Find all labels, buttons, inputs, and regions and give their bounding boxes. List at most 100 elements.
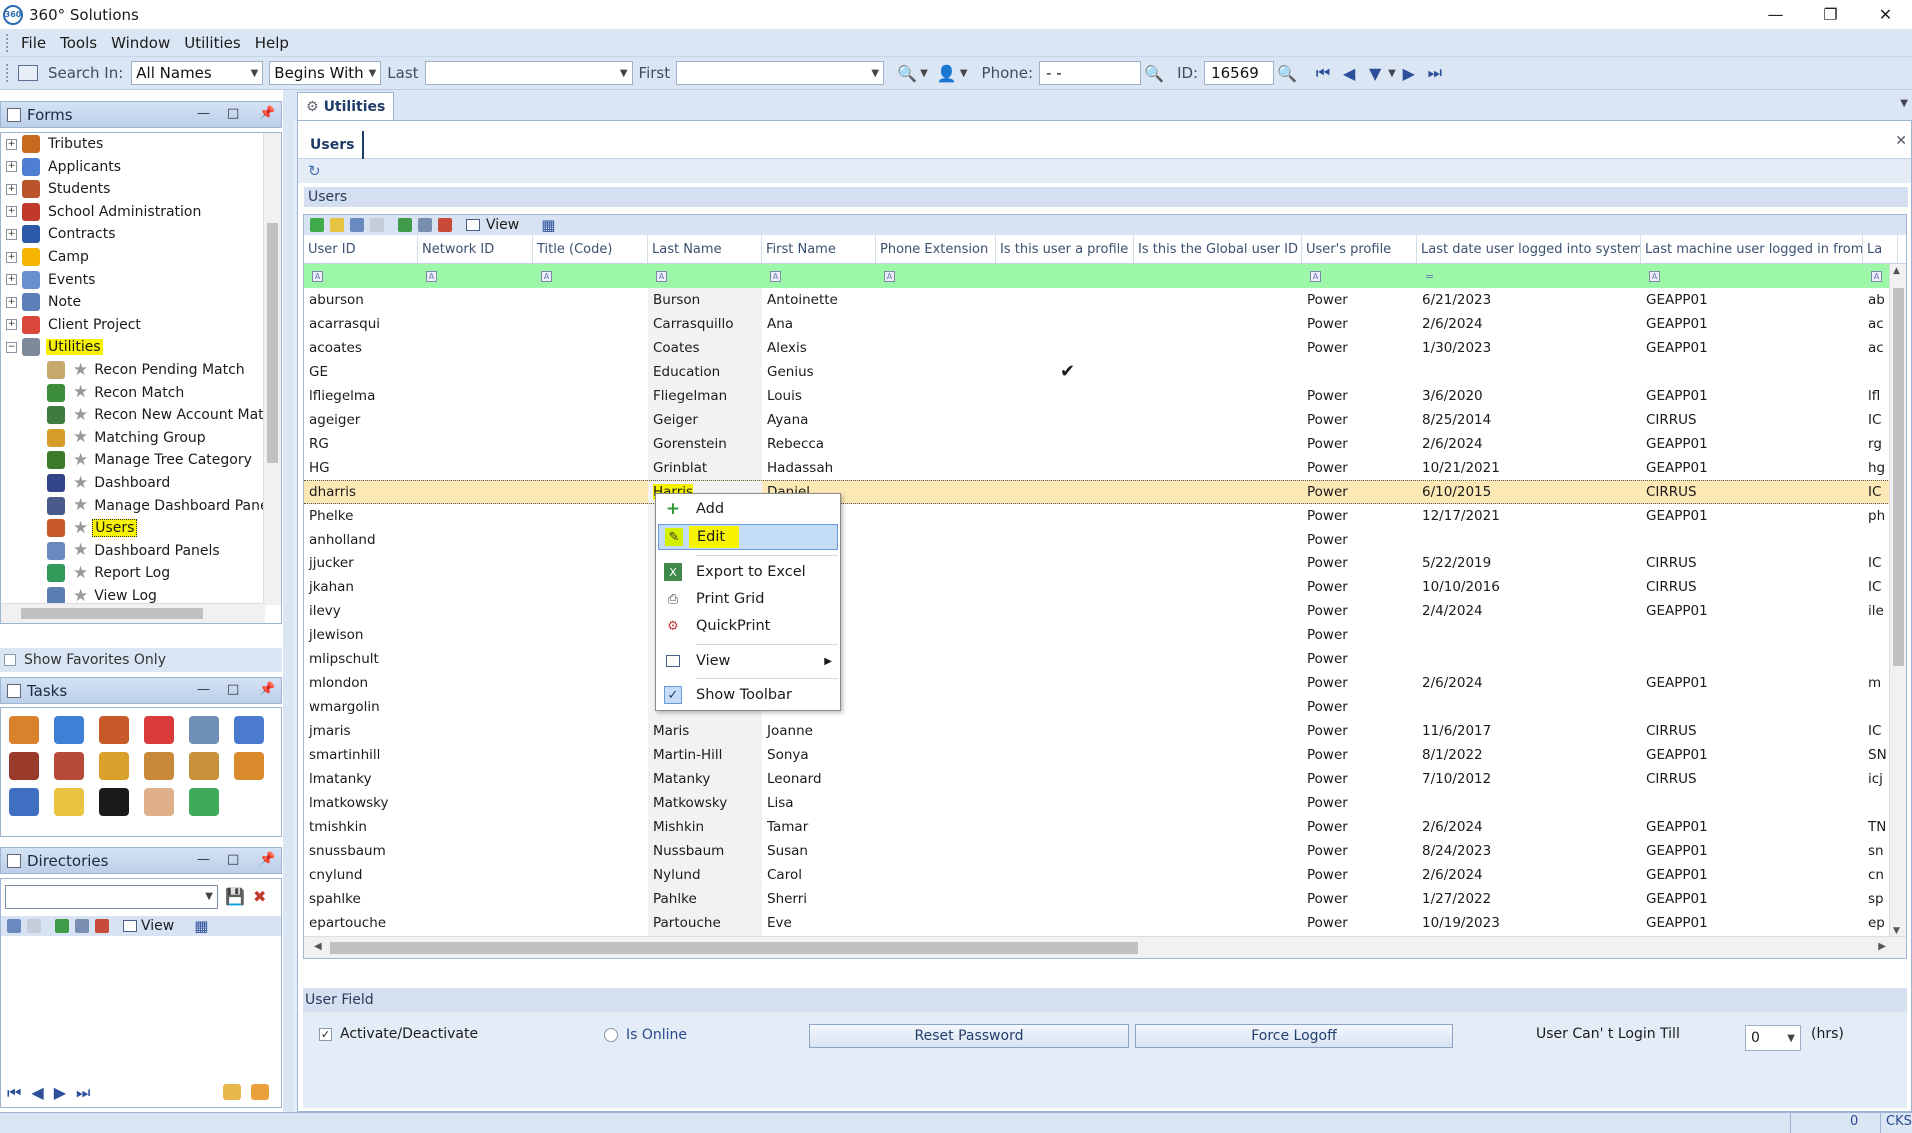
table-row[interactable]: mlondon Power 2/6/2024 GEAPP01 m xyxy=(304,671,1906,696)
expand-icon[interactable]: + xyxy=(6,138,17,150)
table-row[interactable]: jjucker Power 5/22/2019 CIRRUS IC xyxy=(304,551,1906,576)
grid-vertical-scrollbar[interactable]: ▲ ▼ xyxy=(1889,264,1906,938)
tree-node-recon-pending-match[interactable]: ★ Recon Pending Match xyxy=(47,359,247,381)
table-row[interactable]: GE Education Genius ✔ xyxy=(304,359,1906,384)
grid-layout-icon[interactable]: ▦ xyxy=(541,216,555,234)
filter-cell[interactable]: A xyxy=(762,264,876,288)
expand-icon[interactable]: + xyxy=(6,228,17,240)
table-row[interactable]: ageiger Geiger Ayana Power 8/25/2014 CIRRUS IC xyxy=(304,407,1906,432)
table-row[interactable]: HG Grinblat Hadassah Power 10/21/2021 GEAPP01… xyxy=(304,455,1906,480)
table-row[interactable]: tmishkin Mishkin Tamar Power 2/6/2024 GEAPP01… xyxy=(304,814,1906,839)
tree-node-users[interactable]: ★ Users xyxy=(47,517,138,539)
favorite-star-icon[interactable]: ★ xyxy=(73,361,88,379)
expand-icon[interactable]: + xyxy=(6,274,17,286)
id-field[interactable]: 16569 xyxy=(1204,61,1275,85)
box-refresh-icon[interactable] xyxy=(189,752,219,780)
column-header[interactable]: Network ID xyxy=(418,235,533,263)
new-doc-icon[interactable] xyxy=(189,788,219,816)
ctx-print-grid[interactable]: ⎙ Print Grid xyxy=(658,586,838,612)
table-row[interactable]: acarrasqui Carrasquillo Ana Power 2/6/2024 GE… xyxy=(304,311,1906,336)
panel-restore-button[interactable]: □ xyxy=(227,852,239,867)
filter-operator-icon[interactable]: A xyxy=(312,270,323,282)
force-logoff-button[interactable]: Force Logoff xyxy=(1135,1024,1453,1048)
filter-operator-icon[interactable]: A xyxy=(541,270,552,282)
filter-operator-icon[interactable]: A xyxy=(426,270,437,282)
tree-node-recon-match[interactable]: ★ Recon Match xyxy=(47,382,186,404)
form-icon[interactable] xyxy=(18,65,38,81)
quickprint-icon[interactable] xyxy=(95,919,109,933)
menu-help[interactable]: Help xyxy=(248,34,296,52)
menu-file[interactable]: File xyxy=(14,34,53,52)
calendar-icon[interactable] xyxy=(234,716,264,744)
menu-utilities[interactable]: Utilities xyxy=(177,34,247,52)
expand-icon[interactable]: + xyxy=(6,183,17,195)
hand-icon[interactable] xyxy=(144,788,174,816)
hours-combo[interactable]: 0 ▼ xyxy=(1745,1025,1801,1051)
panel-restore-button[interactable]: □ xyxy=(227,682,239,697)
last-record-icon[interactable]: ⏭ xyxy=(1422,60,1448,86)
panel-splitter[interactable] xyxy=(283,90,293,1112)
collapse-icon[interactable]: − xyxy=(6,341,17,353)
filter-operator-icon[interactable]: A xyxy=(1871,270,1882,282)
filter-cell[interactable]: A xyxy=(648,264,762,288)
scroll-up-icon[interactable]: ▲ xyxy=(1893,266,1900,276)
favorite-star-icon[interactable]: ★ xyxy=(73,519,88,537)
filter-cell[interactable]: A xyxy=(304,264,418,288)
view-icon[interactable] xyxy=(123,920,137,932)
filter-cell[interactable] xyxy=(996,264,1134,288)
panel-pin-icon[interactable]: 📌 xyxy=(259,682,275,697)
is-online-radio[interactable] xyxy=(604,1028,618,1042)
expand-icon[interactable]: + xyxy=(6,319,17,331)
column-header[interactable]: Last date user logged into system xyxy=(1417,235,1641,263)
filter-cell[interactable]: A xyxy=(1302,264,1417,288)
column-header[interactable]: User's profile xyxy=(1302,235,1417,263)
panel-pin-icon[interactable]: 📌 xyxy=(259,852,275,867)
ctx-add[interactable]: + Add xyxy=(658,496,838,522)
document-icon[interactable] xyxy=(9,788,39,816)
tree-node-contracts[interactable]: + Contracts xyxy=(1,223,118,245)
tab-utilities[interactable]: ⚙ Utilities xyxy=(297,92,395,120)
first-record-icon[interactable]: ⏮ xyxy=(7,1083,21,1103)
excel-icon[interactable] xyxy=(398,218,412,232)
match-mode-combo[interactable]: Begins With ▼ xyxy=(269,61,382,85)
tree-node-dashboard[interactable]: ★ Dashboard xyxy=(47,472,172,494)
is-online-row[interactable]: Is Online xyxy=(604,1027,687,1043)
previous-record-icon[interactable]: ◀ xyxy=(1336,60,1362,86)
books-icon[interactable] xyxy=(9,752,39,780)
tree-node-applicants[interactable]: + Applicants xyxy=(1,156,123,178)
add-person-icon[interactable]: 👤 xyxy=(934,60,960,86)
tree-node-note[interactable]: + Note xyxy=(1,291,83,313)
table-row[interactable]: spahlke Pahlke Sherri Power 1/27/2022 GEAPP01… xyxy=(304,886,1906,911)
tree-node-tributes[interactable]: + Tributes xyxy=(1,133,105,155)
tree-node-matching-group[interactable]: ★ Matching Group xyxy=(47,427,208,449)
column-header[interactable]: First Name xyxy=(762,235,876,263)
filter-operator-icon[interactable]: A xyxy=(770,270,781,282)
favorite-star-icon[interactable]: ★ xyxy=(73,384,88,401)
tree-node-events[interactable]: + Events xyxy=(1,269,97,291)
favorite-star-icon[interactable]: ★ xyxy=(73,429,88,446)
chevron-down-icon[interactable]: ▼ xyxy=(920,68,928,79)
close-tab-icon[interactable]: ✕ xyxy=(1895,133,1907,149)
ctx-edit[interactable]: ✎ Edit xyxy=(658,524,838,550)
chevron-down-icon[interactable]: ▼ xyxy=(1388,68,1396,79)
table-row[interactable]: lmatkowsky Matkowsky Lisa Power xyxy=(304,790,1906,815)
panel-minimize-button[interactable]: — xyxy=(197,106,210,121)
people-icon[interactable] xyxy=(99,716,129,744)
filter-cell[interactable]: = xyxy=(1417,264,1641,288)
save-icon[interactable]: 💾 xyxy=(225,887,245,906)
graduation-cap-icon[interactable] xyxy=(99,788,129,816)
pencil-icon[interactable] xyxy=(54,788,84,816)
table-row[interactable]: anholland Power xyxy=(304,527,1906,552)
filter-operator-icon[interactable]: A xyxy=(656,270,667,282)
column-header[interactable]: Last Name xyxy=(648,235,762,263)
ctx-show-toolbar[interactable]: ✓ Show Toolbar xyxy=(658,682,838,708)
tree-node-manage-tree-category[interactable]: ★ Manage Tree Category xyxy=(47,449,254,471)
table-row[interactable]: Phelke Power 12/17/2021 GEAPP01 ph xyxy=(304,503,1906,528)
phone-field[interactable]: - - xyxy=(1039,61,1142,85)
books2-icon[interactable] xyxy=(54,752,84,780)
favorite-star-icon[interactable]: ★ xyxy=(73,497,88,514)
table-row[interactable]: dharris Harris Daniel Power 6/10/2015 CIRRUS I… xyxy=(304,479,1906,504)
download-icon[interactable] xyxy=(54,716,84,744)
table-row[interactable]: ilevy Power 2/4/2024 GEAPP01 ile xyxy=(304,599,1906,624)
ctx-export-excel[interactable]: X Export to Excel xyxy=(658,559,838,585)
